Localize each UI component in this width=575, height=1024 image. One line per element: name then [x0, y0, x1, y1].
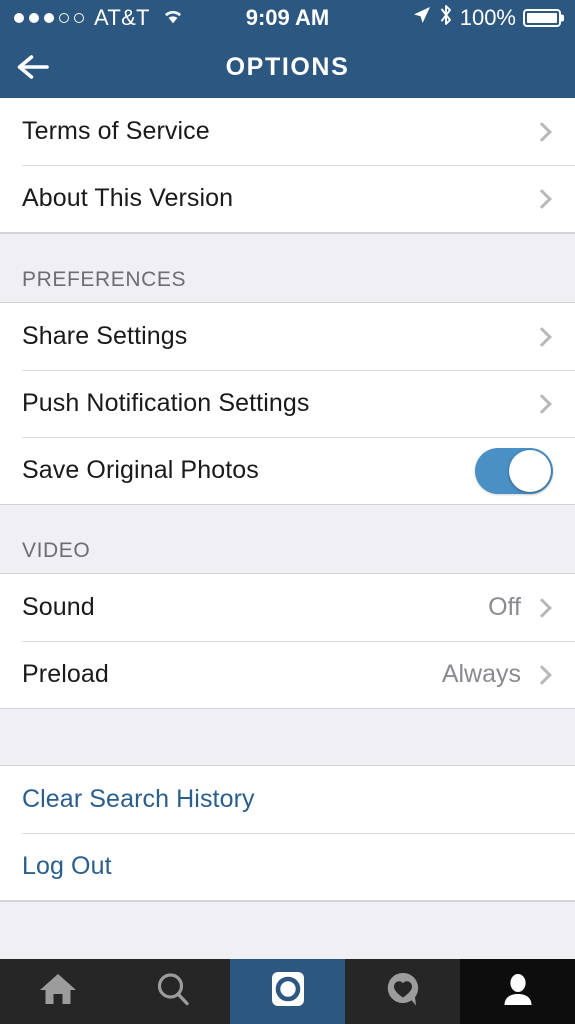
signal-dot-filled — [14, 13, 24, 23]
section-header-preferences: PREFERENCES — [0, 233, 575, 303]
search-icon — [153, 970, 193, 1013]
row-value: Off — [488, 593, 521, 621]
save-original-photos-toggle[interactable] — [475, 447, 553, 494]
section-title: PREFERENCES — [22, 268, 187, 291]
status-bar-left: AT&T — [14, 5, 185, 31]
row-preload[interactable]: Preload Always — [0, 641, 575, 708]
chevron-right-icon — [532, 393, 552, 414]
page-title: OPTIONS — [225, 52, 350, 81]
person-icon — [498, 969, 538, 1014]
carrier-label: AT&T — [94, 5, 150, 30]
signal-dot-empty — [59, 13, 69, 23]
chevron-right-icon — [532, 121, 552, 142]
row-save-original-photos[interactable]: Save Original Photos — [0, 437, 575, 504]
back-arrow-icon[interactable] — [0, 36, 72, 98]
heart-bubble-icon — [383, 969, 423, 1014]
signal-strength-dots — [14, 13, 84, 23]
row-label: Share Settings — [22, 322, 188, 350]
wifi-icon — [161, 5, 185, 31]
location-arrow-icon — [412, 5, 432, 31]
tab-profile[interactable] — [460, 959, 575, 1024]
settings-group-about: Terms of Service About This Version — [0, 98, 575, 233]
row-value: Always — [441, 660, 521, 688]
section-title: VIDEO — [22, 539, 91, 562]
battery-icon — [523, 9, 561, 27]
toggle-knob — [509, 449, 551, 492]
row-label: Save Original Photos — [22, 456, 259, 484]
row-log-out[interactable]: Log Out — [0, 833, 575, 900]
signal-dot-empty — [74, 13, 84, 23]
tab-camera[interactable] — [230, 959, 345, 1024]
settings-group-preferences: Share Settings Push Notification Setting… — [0, 303, 575, 504]
settings-list: Terms of Service About This Version PREF… — [0, 98, 575, 959]
section-header-video: VIDEO — [0, 504, 575, 574]
navigation-bar: OPTIONS — [0, 36, 575, 98]
chevron-right-icon — [532, 597, 552, 618]
row-label: Clear Search History — [22, 785, 255, 813]
settings-group-actions: Clear Search History Log Out — [0, 766, 575, 901]
chevron-right-icon — [532, 664, 552, 685]
status-bar: AT&T 9:09 AM 100% — [0, 0, 575, 36]
row-label: Log Out — [22, 852, 112, 880]
row-sound[interactable]: Sound Off — [0, 574, 575, 641]
row-label: Terms of Service — [22, 117, 210, 145]
row-terms-of-service[interactable]: Terms of Service — [0, 98, 575, 165]
row-about-this-version[interactable]: About This Version — [0, 165, 575, 232]
camera-icon — [268, 969, 308, 1014]
row-push-notification-settings[interactable]: Push Notification Settings — [0, 370, 575, 437]
tab-home[interactable] — [0, 959, 115, 1024]
chevron-right-icon — [532, 188, 552, 209]
signal-dot-filled — [44, 13, 54, 23]
signal-dot-filled — [29, 13, 39, 23]
row-label: Preload — [22, 660, 109, 688]
row-label: Sound — [22, 593, 95, 621]
settings-group-video: Sound Off Preload Always — [0, 574, 575, 708]
status-bar-right: 100% — [412, 4, 561, 32]
tab-bar — [0, 959, 575, 1024]
bottom-spacer — [0, 901, 575, 959]
tab-search[interactable] — [115, 959, 230, 1024]
tab-activity[interactable] — [345, 959, 460, 1024]
row-label: Push Notification Settings — [22, 389, 310, 417]
section-spacer — [0, 708, 575, 766]
chevron-right-icon — [532, 326, 552, 347]
options-screen: AT&T 9:09 AM 100% OPTIONS Terms of Servi… — [0, 0, 575, 1024]
row-clear-search-history[interactable]: Clear Search History — [0, 766, 575, 833]
home-icon — [38, 970, 78, 1013]
battery-percent-label: 100% — [459, 5, 516, 30]
row-share-settings[interactable]: Share Settings — [0, 303, 575, 370]
row-label: About This Version — [22, 184, 234, 212]
bluetooth-icon — [439, 4, 453, 32]
